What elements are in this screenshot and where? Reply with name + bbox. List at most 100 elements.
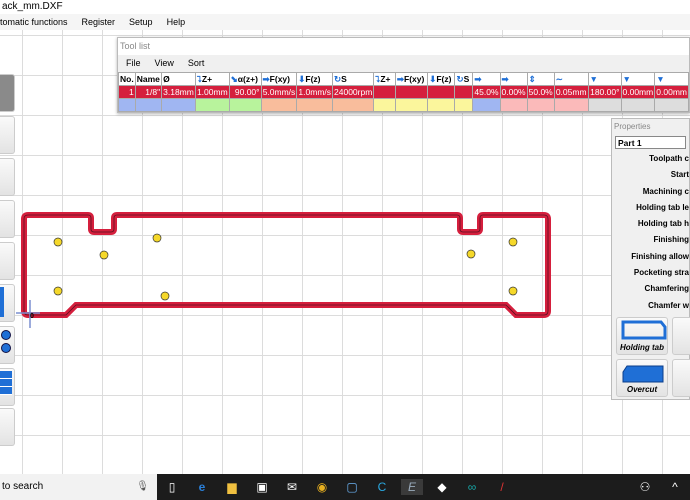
property-label: Chamfer w bbox=[648, 300, 689, 310]
table-cell[interactable]: 50.0% bbox=[526, 85, 555, 99]
overcut-icon bbox=[622, 365, 664, 383]
menu-setup[interactable]: Setup bbox=[129, 14, 153, 30]
tool-button-2[interactable] bbox=[0, 116, 15, 154]
column-header[interactable]: ⬇F(z) bbox=[296, 72, 334, 86]
tool-button-4[interactable] bbox=[0, 200, 15, 238]
column-header[interactable]: ➡F(xy) bbox=[260, 72, 298, 86]
estlcam-icon[interactable]: E bbox=[401, 479, 423, 495]
store-icon[interactable]: ▣ bbox=[251, 479, 273, 495]
column-header[interactable]: ➡ bbox=[499, 72, 528, 86]
menu-help[interactable]: Help bbox=[167, 14, 186, 30]
property-label: Holding tab le bbox=[636, 202, 689, 212]
taskbar-search[interactable]: to search 🎙 bbox=[0, 474, 157, 500]
column-icon: ⬊ bbox=[230, 73, 238, 84]
holding-tab-button[interactable]: Holding tab bbox=[616, 317, 668, 355]
column-header[interactable]: ⇕ bbox=[526, 72, 555, 86]
tool-button-3[interactable] bbox=[0, 158, 15, 196]
column-header[interactable]: ➡F(xy) bbox=[394, 72, 429, 86]
column-header[interactable]: Ø bbox=[161, 72, 196, 86]
cura-icon[interactable]: C bbox=[371, 479, 393, 495]
table-cell[interactable]: 45.0% bbox=[472, 85, 501, 99]
column-header[interactable]: ⬊α(z+) bbox=[228, 72, 262, 86]
column-header[interactable]: Name bbox=[134, 72, 163, 86]
column-header-label: Ø bbox=[163, 74, 170, 84]
column-header[interactable]: ⮧Z+ bbox=[373, 72, 396, 86]
menu-register[interactable]: Register bbox=[82, 14, 116, 30]
column-icon: ▼ bbox=[622, 74, 631, 84]
tool-button-select[interactable] bbox=[0, 74, 15, 112]
table-cell[interactable]: 1/8" bbox=[134, 85, 163, 99]
column-header-label: F(xy) bbox=[269, 73, 290, 84]
table-cell[interactable] bbox=[394, 85, 429, 99]
column-header[interactable]: ▼ bbox=[654, 72, 689, 86]
tool-menu-view[interactable]: View bbox=[155, 55, 174, 71]
table-cell[interactable]: 0.00% bbox=[499, 85, 528, 99]
tool-button-9[interactable] bbox=[0, 408, 15, 446]
column-header-label: α(z+) bbox=[237, 73, 258, 84]
table-row[interactable]: 1 1/8" 3.18mm 1.00mm 90.00° 5.0mm/s 1.0mm/s 240… bbox=[118, 85, 689, 99]
microphone-icon[interactable]: 🎙 bbox=[136, 474, 149, 500]
table-cell[interactable]: 1 bbox=[118, 85, 136, 99]
arduino-icon[interactable]: ∞ bbox=[461, 479, 483, 495]
tray-chevron-icon[interactable]: ^ bbox=[664, 479, 686, 495]
column-header[interactable]: ↻S bbox=[454, 72, 474, 86]
column-header[interactable]: ▼ bbox=[620, 72, 656, 86]
table-cell[interactable]: 90.00° bbox=[228, 85, 262, 99]
file-explorer-icon[interactable]: ▆ bbox=[221, 479, 243, 495]
column-header[interactable]: No. bbox=[118, 72, 136, 86]
column-header[interactable]: ↻S bbox=[332, 72, 375, 86]
color-cell bbox=[228, 98, 262, 112]
task-view-icon[interactable]: ▯ bbox=[161, 479, 183, 495]
column-header[interactable]: ⬇F(z) bbox=[427, 72, 456, 86]
column-icon: ∼ bbox=[555, 73, 563, 84]
tool-table: No. Name Ø ⮧Z+ ⬊α(z+) ➡F(xy) ⬇F(z) ↻S ⮧Z+ ➡F(xy) ⬇… bbox=[118, 72, 689, 112]
chrome-icon[interactable]: ◉ bbox=[311, 479, 333, 495]
table-cell[interactable]: 1.0mm/s bbox=[296, 85, 334, 99]
column-header[interactable]: ⮧Z+ bbox=[194, 72, 230, 86]
table-cell[interactable]: 5.0mm/s bbox=[260, 85, 298, 99]
table-cell[interactable]: 3.18mm bbox=[161, 85, 196, 99]
taskbar: to search 🎙 ▯ e ▆ ▣ ✉ ◉ ▢ C E ◆ ∞ / ⚇ ^ bbox=[0, 474, 690, 500]
color-row bbox=[118, 98, 689, 112]
column-header[interactable]: ▼ bbox=[587, 72, 622, 86]
color-cell bbox=[332, 98, 375, 112]
people-icon[interactable]: ⚇ bbox=[634, 479, 656, 495]
table-cell[interactable]: 0.05mm bbox=[553, 85, 589, 99]
properties-button-4[interactable]: P bbox=[672, 359, 690, 397]
edge-icon[interactable]: e bbox=[191, 479, 213, 495]
property-label: Finishing bbox=[653, 235, 689, 245]
origin-label: 0 bbox=[30, 313, 34, 320]
column-header[interactable]: ➡ bbox=[472, 72, 501, 86]
table-cell[interactable]: 24000rpm bbox=[332, 85, 375, 99]
table-cell[interactable]: 0.00mm bbox=[654, 85, 689, 99]
table-cell[interactable]: 1.00mm bbox=[194, 85, 230, 99]
red-app-icon[interactable]: / bbox=[491, 479, 513, 495]
table-cell[interactable] bbox=[454, 85, 474, 99]
table-cell[interactable]: 180.00° bbox=[587, 85, 622, 99]
mail-icon[interactable]: ✉ bbox=[281, 479, 303, 495]
tool-list-title: Tool list bbox=[118, 38, 689, 55]
tool-button-layers[interactable] bbox=[0, 368, 15, 406]
tool-button-part[interactable] bbox=[0, 284, 15, 322]
layers-icon bbox=[0, 371, 12, 395]
column-icon: ➡ bbox=[501, 73, 509, 84]
app-icon[interactable]: ▢ bbox=[341, 479, 363, 495]
column-header[interactable]: ∼ bbox=[553, 72, 589, 86]
column-header-label: Name bbox=[136, 74, 160, 84]
column-icon: ⇕ bbox=[528, 73, 536, 84]
overcut-button[interactable]: Overcut bbox=[616, 359, 668, 397]
properties-button-2[interactable]: S bbox=[672, 317, 690, 355]
part-select[interactable]: Part 1 bbox=[615, 136, 686, 149]
tool-menu-file[interactable]: File bbox=[126, 55, 141, 71]
tool-button-drill[interactable] bbox=[0, 326, 15, 364]
table-cell[interactable] bbox=[373, 85, 396, 99]
color-cell bbox=[194, 98, 230, 112]
table-cell[interactable] bbox=[427, 85, 456, 99]
tool-menu-sort[interactable]: Sort bbox=[188, 55, 205, 71]
table-cell[interactable]: 0.00mm bbox=[620, 85, 656, 99]
color-cell bbox=[161, 98, 196, 112]
inkscape-icon[interactable]: ◆ bbox=[431, 479, 453, 495]
tool-button-5[interactable] bbox=[0, 242, 15, 280]
color-cell bbox=[499, 98, 528, 112]
menu-automatic-functions[interactable]: tomatic functions bbox=[0, 14, 68, 30]
